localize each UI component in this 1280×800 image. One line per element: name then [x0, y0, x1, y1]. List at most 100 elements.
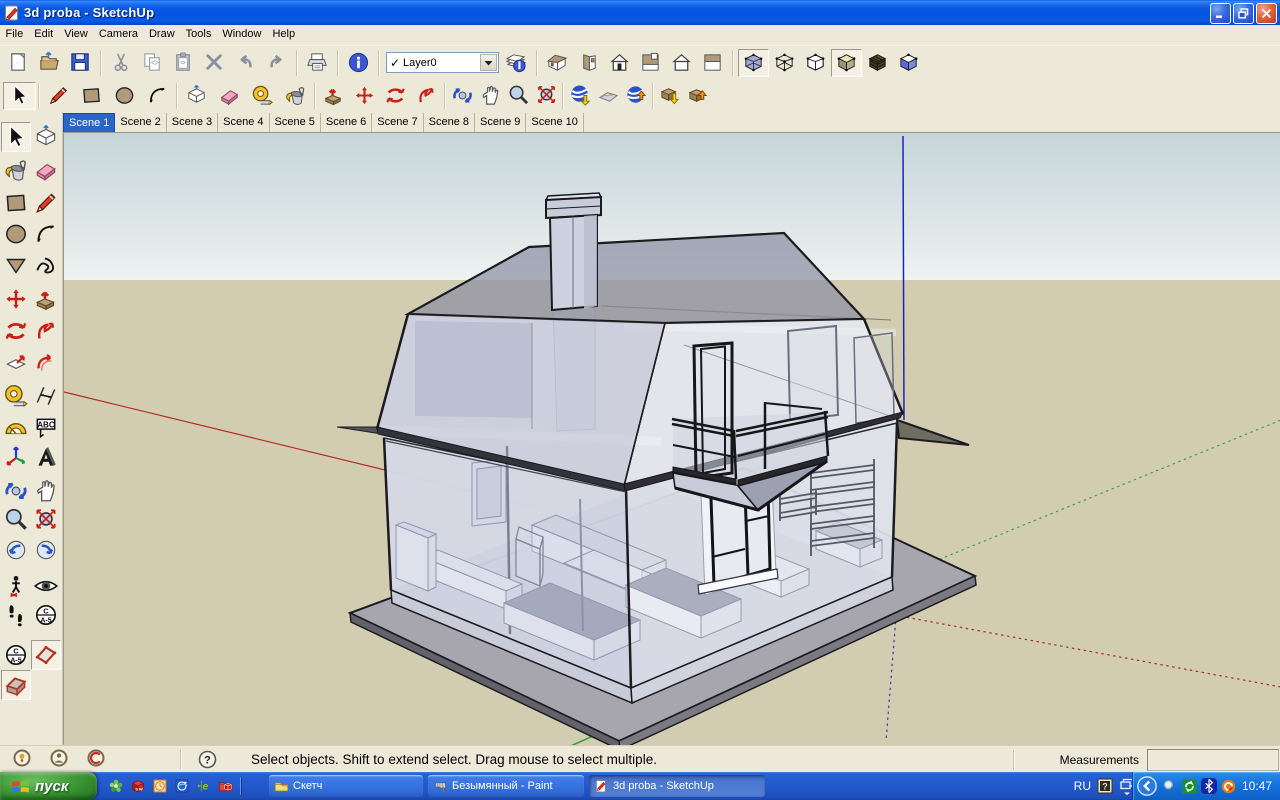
- section-fill-tool[interactable]: [1, 670, 31, 700]
- text-tool[interactable]: ABC: [31, 413, 61, 443]
- eraser-tool[interactable]: [31, 155, 61, 185]
- clock-app-icon[interactable]: [151, 778, 168, 795]
- layer-manager-button[interactable]: [501, 49, 532, 77]
- get-current-view-button[interactable]: [566, 82, 594, 110]
- axes-tool[interactable]: [1, 442, 31, 472]
- close-button[interactable]: [1256, 3, 1277, 24]
- move-button[interactable]: [349, 82, 380, 110]
- iso-view-button[interactable]: [542, 49, 573, 77]
- rectangle-button[interactable]: [75, 82, 108, 110]
- select-tool[interactable]: [1, 122, 31, 152]
- model-viewport[interactable]: [64, 133, 1280, 746]
- orbit-tool[interactable]: [1, 476, 31, 506]
- arc-tool[interactable]: [31, 219, 61, 249]
- help-status-icon[interactable]: ?: [198, 750, 217, 769]
- pan-button[interactable]: [476, 82, 504, 110]
- credit-status-icon[interactable]: [49, 748, 69, 771]
- follow-me-tool[interactable]: [31, 316, 61, 346]
- paint-bucket-tool[interactable]: [1, 155, 31, 185]
- 3d-text-tool[interactable]: [31, 442, 61, 472]
- print-button[interactable]: [302, 49, 333, 77]
- model-info-button[interactable]: [343, 49, 374, 77]
- geolocation-status-icon[interactable]: [12, 748, 32, 771]
- select-button[interactable]: [3, 81, 36, 110]
- menu-file[interactable]: File: [0, 25, 29, 44]
- orange-ring-tray-icon[interactable]: [1220, 778, 1237, 795]
- zoom-extents-tool[interactable]: [31, 505, 61, 535]
- ie-update-icon[interactable]: [173, 778, 190, 795]
- erase-button[interactable]: [199, 49, 230, 77]
- paint-bucket-button[interactable]: [279, 82, 312, 110]
- get-models-button[interactable]: [656, 82, 684, 110]
- scale-tool[interactable]: [1, 348, 31, 378]
- bluetooth-tray-icon[interactable]: [1200, 778, 1217, 794]
- left-view-button[interactable]: [573, 49, 604, 77]
- section-symbol-2-tool[interactable]: C A-5: [1, 640, 31, 670]
- menu-tools[interactable]: Tools: [180, 25, 217, 44]
- toggle-terrain-button[interactable]: [594, 82, 622, 110]
- move-tool[interactable]: [1, 284, 31, 314]
- sw-folder-icon[interactable]: [217, 778, 234, 795]
- top-view-button[interactable]: [635, 49, 666, 77]
- monochrome-button[interactable]: [893, 49, 924, 77]
- line-button[interactable]: [42, 82, 75, 110]
- share-model-button[interactable]: [684, 82, 712, 110]
- tab-scene-4[interactable]: Scene 4: [218, 113, 270, 132]
- circle-button[interactable]: [108, 82, 141, 110]
- zoom-extents-button[interactable]: [532, 82, 560, 110]
- look-around-tool[interactable]: [31, 571, 61, 601]
- task--[interactable]: Скетч: [269, 775, 423, 797]
- make-component-tool[interactable]: [31, 122, 61, 152]
- xray-button[interactable]: [738, 48, 769, 77]
- pan-tool[interactable]: [31, 476, 61, 506]
- front-view-button[interactable]: [604, 49, 635, 77]
- solidworks-icon[interactable]: SW: [129, 778, 146, 795]
- open-button[interactable]: [34, 49, 65, 77]
- model-canvas[interactable]: [63, 132, 1280, 746]
- e-green-icon[interactable]: e: [195, 778, 212, 795]
- restore-button[interactable]: [1233, 3, 1254, 24]
- chevron-collapse-icon[interactable]: [1136, 775, 1158, 797]
- hidden-line-button[interactable]: [800, 49, 831, 77]
- paste-button[interactable]: [168, 49, 199, 77]
- section-symbol-tool[interactable]: C A-5: [31, 600, 61, 630]
- tab-scene-8[interactable]: Scene 8: [423, 113, 475, 132]
- line-tool[interactable]: [31, 188, 61, 218]
- green-sync-tray-icon[interactable]: [1181, 778, 1198, 795]
- tab-scene-3[interactable]: Scene 3: [166, 113, 219, 132]
- tab-scene-6[interactable]: Scene 6: [320, 113, 373, 132]
- save-button[interactable]: [65, 49, 96, 77]
- shaded-button[interactable]: [831, 48, 862, 77]
- menu-draw[interactable]: Draw: [143, 25, 180, 44]
- measurements-box[interactable]: [1147, 748, 1279, 771]
- start-button[interactable]: пуск: [0, 772, 97, 800]
- circle-tool[interactable]: [1, 219, 31, 249]
- eraser-button[interactable]: [213, 82, 246, 110]
- next-view-tool[interactable]: [31, 535, 61, 565]
- menu-window[interactable]: Window: [217, 25, 267, 44]
- shaded-textures-button[interactable]: [862, 49, 893, 77]
- position-camera-tool[interactable]: [1, 571, 31, 601]
- dimension-tool[interactable]: [31, 381, 61, 411]
- tab-scene-5[interactable]: Scene 5: [269, 113, 321, 132]
- make-component-button[interactable]: [180, 82, 213, 110]
- place-model-button[interactable]: [622, 82, 650, 110]
- claim-status-icon[interactable]: [86, 748, 106, 771]
- right-view-button[interactable]: [697, 49, 728, 77]
- minimize-button[interactable]: [1210, 3, 1231, 24]
- section-plane-tool[interactable]: [31, 640, 61, 670]
- back-view-button[interactable]: [666, 49, 697, 77]
- tape-measure-button[interactable]: [246, 82, 279, 110]
- offset-tool[interactable]: [31, 348, 61, 378]
- layer-combo[interactable]: ✓ Layer0: [386, 52, 499, 73]
- tab-scene-1[interactable]: Scene 1: [63, 113, 116, 132]
- undo-button[interactable]: [230, 49, 261, 77]
- icq-flower-icon[interactable]: [107, 778, 124, 795]
- rectangle-tool[interactable]: [1, 188, 31, 218]
- walk-tool[interactable]: [1, 600, 31, 630]
- tab-scene-9[interactable]: Scene 9: [475, 113, 527, 132]
- orbit-button[interactable]: [448, 82, 476, 110]
- cut-button[interactable]: [106, 49, 137, 77]
- language-indicator[interactable]: RU: [1074, 779, 1091, 793]
- menu-camera[interactable]: Camera: [93, 25, 143, 44]
